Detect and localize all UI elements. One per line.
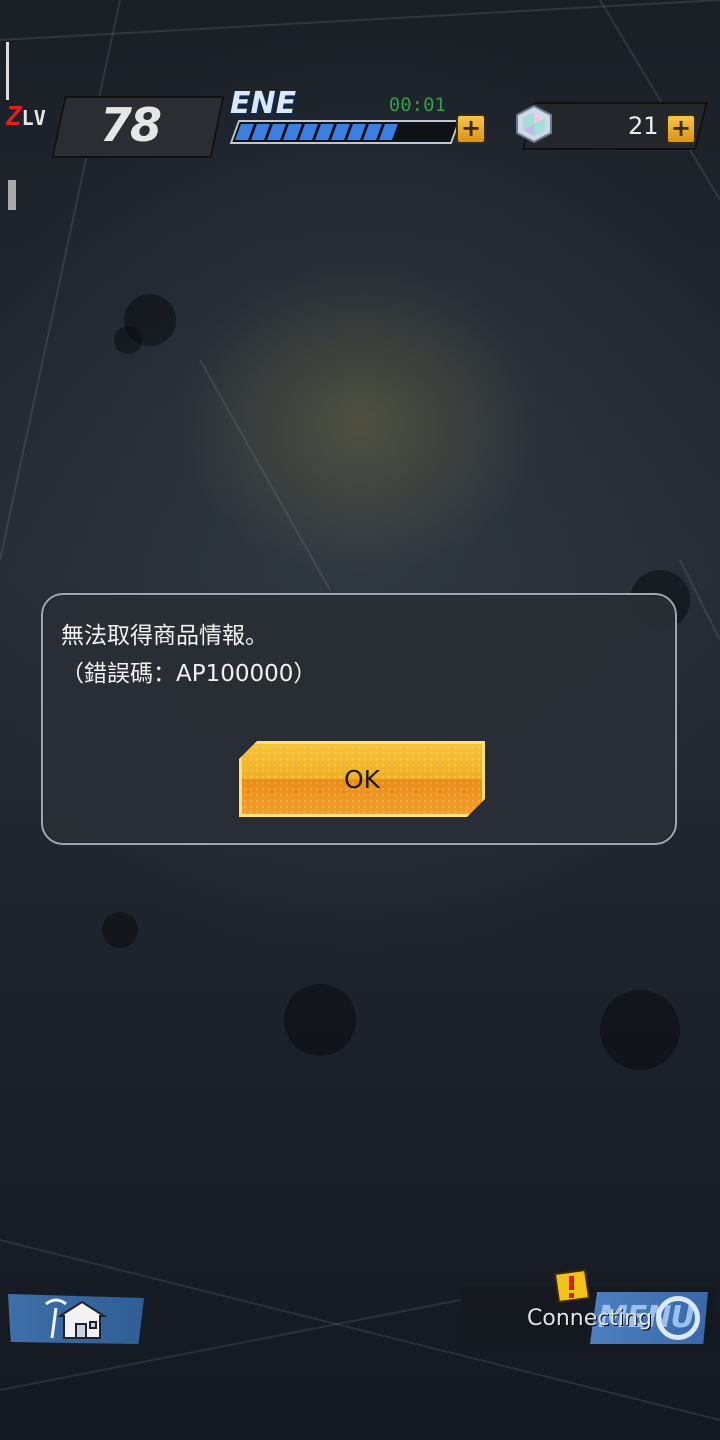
energy-timer: 00:01 [388, 94, 446, 116]
gem-counter: 21 + [508, 92, 708, 154]
level-lv-text: LV [21, 106, 46, 130]
hud-left-indicator [6, 42, 9, 100]
ok-button[interactable]: OK [239, 741, 485, 817]
energy-label: ENE [230, 86, 297, 121]
player-level-badge: ZLV 78 [6, 96, 225, 158]
error-message: 無法取得商品情報。 （錯誤碼：AP100000） [61, 623, 317, 687]
gem-plus-button[interactable]: + [666, 114, 696, 144]
energy-bar-fill [235, 124, 398, 140]
ok-button-label: OK [343, 764, 381, 794]
gem-icon [516, 104, 552, 144]
connecting-text: Connecting [527, 1306, 652, 1331]
alert-icon [553, 1268, 591, 1304]
level-label: ZLV [6, 102, 46, 132]
level-value: 78 [100, 98, 162, 152]
level-z-glyph: Z [6, 102, 22, 132]
home-icon [45, 1298, 108, 1339]
energy-plus-button[interactable]: + [456, 114, 486, 144]
gem-count: 21 [628, 112, 659, 140]
energy-meter: ENE 00:01 + [229, 86, 492, 156]
energy-bar [229, 120, 461, 144]
hud-side-marker [8, 180, 16, 210]
error-dialog: 無法取得商品情報。 （錯誤碼：AP100000） OK [41, 593, 677, 845]
refresh-icon [656, 1296, 700, 1340]
